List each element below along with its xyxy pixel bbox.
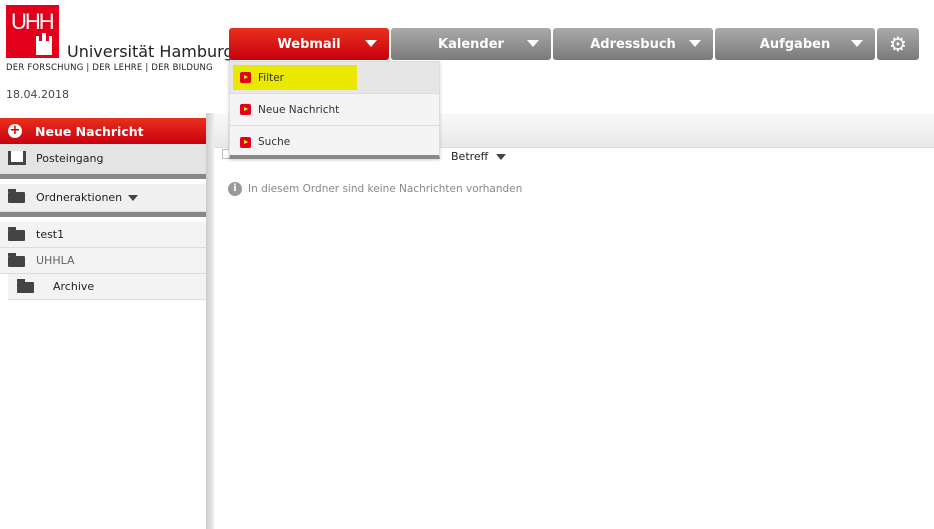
folder-label: UHHLA — [36, 254, 75, 267]
chevron-down-icon[interactable] — [527, 40, 539, 47]
nav-label: Aufgaben — [759, 36, 831, 52]
folder-uhhla[interactable]: UHHLA — [0, 248, 206, 274]
sort-subject-dropdown[interactable]: Betreff — [451, 150, 507, 163]
play-icon — [240, 104, 251, 115]
play-icon — [240, 72, 251, 83]
sidebar: + Neue Nachricht Posteingang Ordneraktion… — [0, 118, 206, 300]
folder-label: Archive — [53, 280, 95, 293]
menu-item-filter[interactable]: Filter — [230, 62, 439, 94]
settings-button[interactable]: ⚙ — [877, 28, 919, 60]
divider — [0, 174, 206, 179]
university-name: Universität Hamburg — [67, 42, 234, 61]
nav-adressbuch[interactable]: Adressbuch — [553, 28, 713, 60]
nav-label: Adressbuch — [590, 36, 676, 52]
gear-icon: ⚙ — [889, 32, 907, 56]
sort-label: Betreff — [451, 150, 489, 163]
nav-label: Kalender — [438, 36, 504, 52]
highlight — [233, 65, 357, 90]
current-date: 18.04.2018 — [6, 88, 69, 101]
folder-icon — [8, 189, 25, 203]
menu-item-search[interactable]: Suche — [230, 126, 439, 158]
chevron-down-icon — [496, 154, 507, 160]
divider — [0, 212, 206, 217]
tagline: DER FORSCHUNG | DER LEHRE | DER BILDUNG — [6, 63, 213, 73]
nav-webmail[interactable]: Webmail — [229, 28, 389, 60]
folder-label: test1 — [36, 228, 65, 241]
new-message-label: Neue Nachricht — [35, 123, 144, 139]
menu-item-label: Filter — [258, 71, 285, 84]
chevron-down-icon[interactable] — [689, 40, 701, 47]
nav-label: Webmail — [277, 36, 341, 52]
folder-test1[interactable]: test1 — [0, 222, 206, 248]
nav-kalender[interactable]: Kalender — [391, 28, 551, 60]
chevron-down-icon[interactable] — [365, 40, 377, 47]
sidebar-resize-handle[interactable] — [206, 113, 214, 529]
chevron-down-icon[interactable] — [851, 40, 863, 47]
menu-item-new-message[interactable]: Neue Nachricht — [230, 94, 439, 126]
new-message-button[interactable]: + Neue Nachricht — [0, 118, 206, 144]
folder-label: Posteingang — [36, 152, 104, 165]
university-logo[interactable]: UHH — [6, 5, 59, 58]
folder-inbox[interactable]: Posteingang — [0, 144, 206, 174]
inbox-icon — [8, 151, 26, 165]
webmail-dropdown-menu: Filter Neue Nachricht Suche — [229, 61, 440, 159]
nav-aufgaben[interactable]: Aufgaben — [715, 28, 875, 60]
chevron-down-icon — [128, 194, 139, 201]
play-icon — [240, 136, 251, 148]
empty-folder-notice: i In diesem Ordner sind keine Nachrichten… — [228, 182, 522, 196]
crest-icon — [34, 33, 54, 55]
plus-icon: + — [8, 123, 22, 138]
folder-icon — [8, 227, 25, 241]
folder-archive[interactable]: Archive — [8, 274, 206, 300]
info-icon: i — [228, 182, 242, 196]
menu-item-label: Neue Nachricht — [258, 103, 340, 116]
folder-actions-label: Ordneraktionen — [36, 191, 123, 204]
menu-item-label: Suche — [258, 136, 291, 148]
folder-collapse-icon — [8, 253, 25, 267]
empty-message: In diesem Ordner sind keine Nachrichten … — [248, 183, 523, 195]
folder-actions-dropdown[interactable]: Ordneraktionen — [0, 184, 206, 212]
folder-icon — [17, 279, 34, 293]
